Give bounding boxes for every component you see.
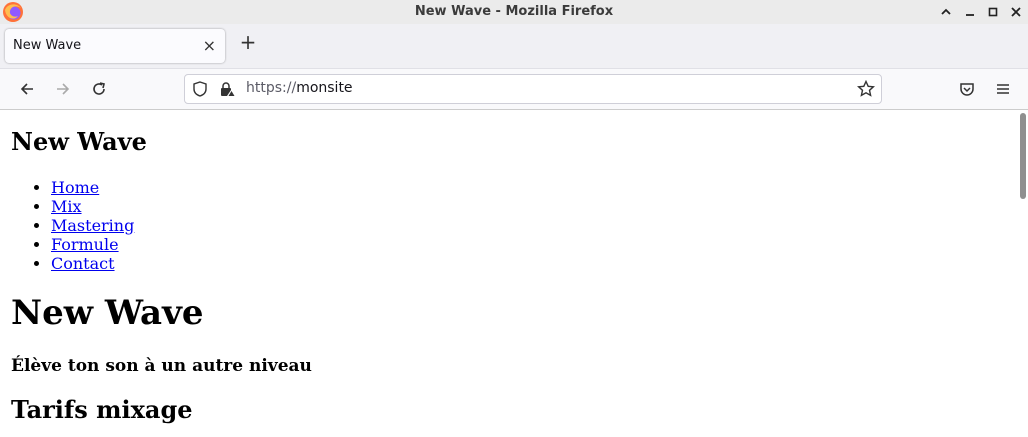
bookmark-star-icon[interactable] <box>857 80 875 98</box>
firefox-window: New Wave - Mozilla Firefox New Wave × + <box>0 0 1028 437</box>
pocket-button[interactable] <box>956 78 978 100</box>
back-button[interactable] <box>16 78 38 100</box>
tab-close-icon[interactable]: × <box>203 36 216 55</box>
forward-button[interactable] <box>52 78 74 100</box>
site-nav: Home Mix Mastering Formule Contact <box>11 178 134 273</box>
shield-icon[interactable] <box>193 81 207 97</box>
menu-button[interactable] <box>992 78 1014 100</box>
tagline: Élève ton son à un autre niveau <box>11 356 312 376</box>
tab-label: New Wave <box>13 38 82 53</box>
window-minimize-up-icon[interactable] <box>936 3 956 21</box>
hero-title: New Wave <box>11 293 204 333</box>
reload-button[interactable] <box>88 78 110 100</box>
pocket-icon <box>960 83 974 96</box>
nav-item-contact: Contact <box>51 254 134 273</box>
nav-link-mastering[interactable]: Mastering <box>51 216 134 235</box>
url-text[interactable]: https://monsite <box>246 80 353 96</box>
nav-item-mastering: Mastering <box>51 216 134 235</box>
window-minimize-button[interactable] <box>960 3 980 21</box>
tab-bar: New Wave × <box>0 24 1028 69</box>
page-scrollbar[interactable] <box>1020 113 1026 199</box>
nav-item-formule: Formule <box>51 235 134 254</box>
nav-link-formule[interactable]: Formule <box>51 235 119 254</box>
url-host: monsite <box>296 80 353 96</box>
tab-new-wave[interactable]: New Wave × <box>5 29 225 63</box>
window-close-button[interactable] <box>1006 3 1026 21</box>
nav-item-mix: Mix <box>51 197 134 216</box>
arrow-right-icon <box>57 83 70 95</box>
reload-icon <box>93 82 105 95</box>
title-bar: New Wave - Mozilla Firefox <box>0 0 1028 24</box>
new-tab-button[interactable]: + <box>238 32 258 52</box>
site-title: New Wave <box>11 127 147 156</box>
section-title-tarifs: Tarifs mixage <box>11 395 193 424</box>
window-title: New Wave - Mozilla Firefox <box>414 4 614 19</box>
arrow-left-icon <box>20 83 33 95</box>
nav-item-home: Home <box>51 178 134 197</box>
lock-warning-icon[interactable] <box>219 81 235 97</box>
hamburger-menu-icon <box>997 84 1009 94</box>
window-maximize-button[interactable] <box>983 3 1003 21</box>
nav-link-mix[interactable]: Mix <box>51 197 82 216</box>
navigation-bar: https://monsite <box>0 69 1028 110</box>
nav-link-contact[interactable]: Contact <box>51 254 115 273</box>
url-bar[interactable]: https://monsite <box>184 74 882 104</box>
nav-link-home[interactable]: Home <box>51 178 99 197</box>
url-scheme: https:// <box>246 80 297 96</box>
page-content: New Wave Home Mix Mastering Formule Cont… <box>0 110 1028 437</box>
